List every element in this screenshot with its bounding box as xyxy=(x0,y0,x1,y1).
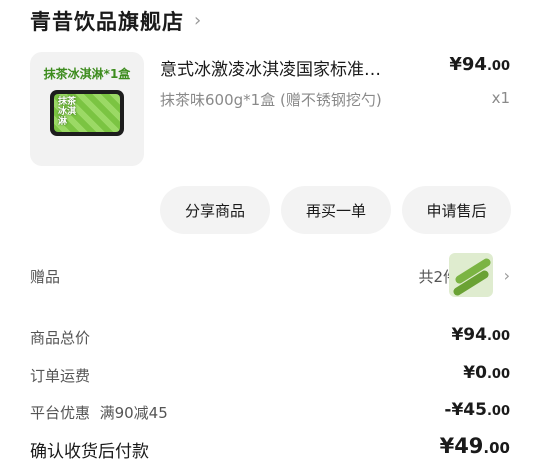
total-value: ¥49.00 xyxy=(439,434,510,458)
product-variant: 抹茶味600g*1盒 (赠不锈钢挖勺) xyxy=(160,91,382,109)
request-aftersale-button[interactable]: 申请售后 xyxy=(402,186,511,234)
discount-value: -¥45.00 xyxy=(444,400,510,420)
discount-label: 平台优惠 满90减45 xyxy=(30,404,168,422)
gift-label: 赠品 xyxy=(30,268,61,286)
shipping-label: 订单运费 xyxy=(30,367,91,385)
subtotal-label: 商品总价 xyxy=(30,329,91,347)
product-image[interactable]: 抹茶冰淇淋*1盒 抹茶冰淇淋 xyxy=(30,52,144,166)
store-name[interactable]: 青昔饮品旗舰店 xyxy=(30,6,184,36)
gift-image[interactable] xyxy=(449,253,493,297)
subtotal-value: ¥94.00 xyxy=(451,325,510,345)
total-label: 确认收货后付款 xyxy=(30,442,149,462)
discount-tag: 满90减45 xyxy=(99,404,168,422)
share-product-button[interactable]: 分享商品 xyxy=(160,186,270,234)
tub-label: 抹茶冰淇淋 xyxy=(58,97,77,127)
shipping-value: ¥0.00 xyxy=(463,363,510,383)
store-header[interactable]: 青昔饮品旗舰店 › xyxy=(30,6,201,36)
product-image-caption: 抹茶冰淇淋*1盒 xyxy=(43,67,131,81)
ice-cream-tub-graphic: 抹茶冰淇淋 xyxy=(50,90,124,136)
chevron-right-icon[interactable]: › xyxy=(194,12,201,30)
buy-again-button[interactable]: 再买一单 xyxy=(281,186,391,234)
product-title[interactable]: 意式冰激凌冰淇凌国家标准… xyxy=(160,55,430,80)
product-price: ¥94.00 xyxy=(449,54,510,75)
chevron-right-icon[interactable]: › xyxy=(504,266,510,285)
product-quantity: x1 xyxy=(491,89,510,107)
